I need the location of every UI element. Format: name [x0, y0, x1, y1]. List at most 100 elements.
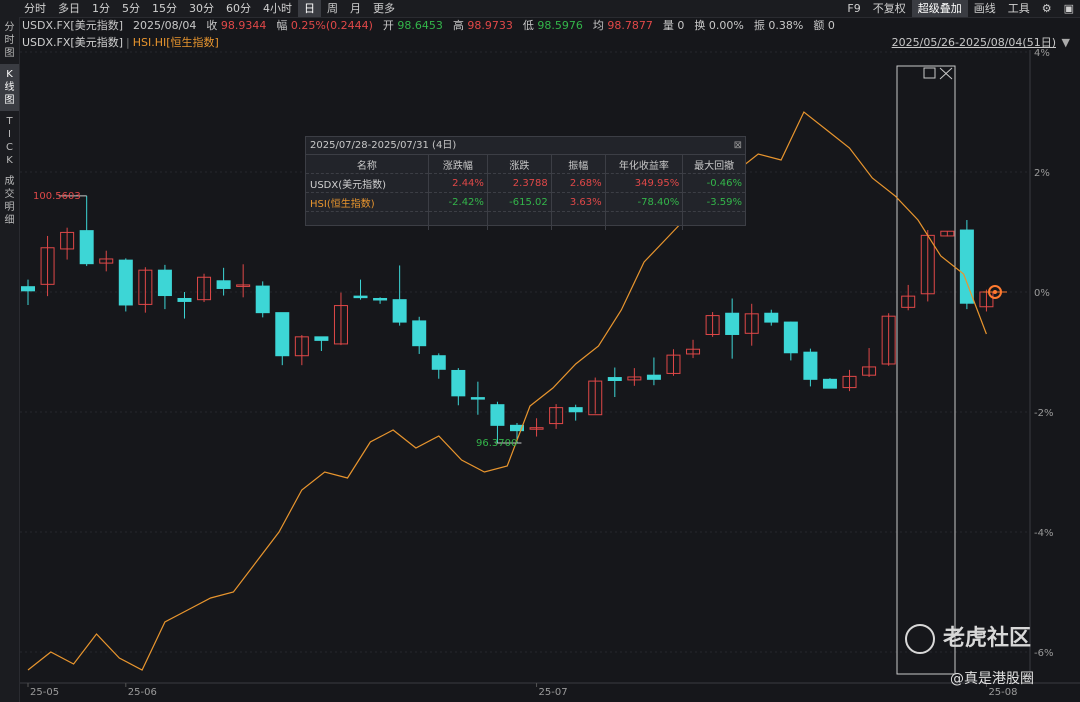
tiger-logo-icon	[905, 624, 935, 654]
period-tab-6[interactable]: 60分	[220, 0, 257, 17]
stats-header-3: 振幅	[550, 154, 606, 174]
stats-cell: -78.40%	[604, 192, 683, 212]
quote-low: 低 98.5976	[522, 19, 583, 32]
candle-body	[959, 229, 974, 304]
candle-body	[255, 285, 270, 314]
candle-body	[314, 336, 329, 341]
maximize-icon	[923, 67, 936, 79]
quote-volume: 量 0	[662, 19, 685, 32]
candle-body	[216, 280, 231, 289]
candle-body	[431, 355, 446, 370]
stats-cell: -3.59%	[682, 192, 745, 212]
y-tick-label: -2%	[1034, 408, 1053, 419]
nav-item-0[interactable]: 分时图	[0, 17, 19, 64]
stats-cell: 2.44%	[427, 173, 488, 193]
stats-cell: 3.63%	[550, 192, 606, 212]
watermark-logo: 老虎社区	[905, 620, 1031, 654]
candle-body	[764, 312, 779, 323]
quote-bar: USDX.FX[美元指数] 2025/08/04 收 98.9344 幅 0.2…	[22, 17, 1080, 33]
stats-cell: -0.46%	[682, 173, 745, 193]
candle-body	[822, 378, 837, 389]
quote-symbol: USDX.FX[美元指数]	[22, 19, 123, 32]
tool-button-4[interactable]: 工具	[1002, 0, 1036, 17]
period-tab-10[interactable]: 月	[344, 0, 367, 17]
stats-cell: 2.3788	[486, 173, 552, 193]
candle-body	[79, 230, 94, 265]
tool-button-2[interactable]: 超级叠加	[911, 0, 968, 17]
range-dropdown-icon[interactable]: ▼	[1062, 36, 1070, 49]
candle-body	[490, 404, 505, 426]
period-tab-8[interactable]: 日	[298, 0, 321, 17]
quote-date: 2025/08/04	[132, 18, 197, 32]
x-tick-label: 25-05	[30, 687, 59, 698]
nav-item-1[interactable]: K线图	[0, 64, 19, 111]
candle-body	[21, 286, 35, 292]
y-tick-label: -6%	[1034, 648, 1053, 659]
right-tools: F9 不复权 超级叠加 画线 工具 ⚙ ▣	[841, 0, 1080, 17]
stats-cell: HSI(恒生指数)	[306, 192, 429, 212]
period-tab-1[interactable]: 多日	[52, 0, 86, 17]
chart-canvas[interactable]: 4%2%0%-2%-4%-6%25-05 25-06 25-07 25-08100.5…	[0, 0, 1080, 702]
tool-button-1[interactable]: 不复权	[867, 0, 912, 17]
low-label: 96.3700	[476, 438, 517, 449]
candle-body	[177, 297, 192, 302]
interval-stats-popup: 2025/07/28-2025/07/31 (4日) ⊠ 名称 涨跌幅 涨跌 振幅 年化…	[305, 136, 746, 230]
candle-body	[783, 321, 798, 354]
popup-title: 2025/07/28-2025/07/31 (4日) ⊠	[306, 137, 745, 154]
candle-body	[646, 374, 661, 380]
candle-body	[373, 297, 388, 301]
candle-body	[803, 351, 818, 380]
stats-row: HSI(恒生指数) -2.42% -615.02 3.63% -78.40% -3.59%	[306, 192, 745, 212]
x-tick-label: 25-08	[988, 687, 1017, 698]
candle-body	[725, 312, 740, 335]
quote-change: 幅 0.25%(0.2444)	[276, 19, 373, 32]
candle-body	[607, 377, 622, 381]
candle-body	[412, 320, 427, 347]
period-tabs: 分时 多日 1分 5分 15分 30分 60分 4小时日周月更多	[18, 0, 401, 17]
period-tab-4[interactable]: 15分	[146, 0, 183, 17]
quote-avg: 均 98.7877	[592, 19, 653, 32]
stats-header-1: 涨跌幅	[427, 154, 488, 174]
x-tick-label: 25-07	[539, 687, 568, 698]
selection-box	[896, 65, 956, 675]
quote-amplitude: 振 0.38%	[753, 19, 804, 32]
watermark-author: @真是港股圈	[950, 671, 1034, 687]
stats-cell: USDX(美元指数)	[306, 173, 429, 193]
candle-body	[157, 269, 172, 297]
high-label: 100.5603	[33, 191, 81, 202]
tool-button-3[interactable]: 画线	[968, 0, 1002, 17]
period-tab-9[interactable]: 周	[321, 0, 344, 17]
period-tab-3[interactable]: 5分	[116, 0, 146, 17]
stats-header-5: 最大回撤	[682, 154, 745, 174]
candle-body	[451, 369, 466, 397]
candle-body	[353, 295, 368, 299]
stats-cell: 349.95%	[604, 173, 683, 193]
tool-button-0[interactable]: F9	[841, 0, 866, 17]
candle-body	[568, 407, 583, 413]
stats-header-4: 年化收益率	[604, 154, 683, 174]
legend-hsi[interactable]: HSI.HI[恒生指数]	[133, 34, 219, 50]
period-tab-11[interactable]: 更多	[367, 0, 401, 17]
period-tab-5[interactable]: 30分	[183, 0, 220, 17]
y-tick-label: 0%	[1034, 288, 1050, 299]
legend-separator: |	[125, 35, 130, 49]
settings-gear-icon[interactable]: ⚙	[1036, 0, 1058, 17]
period-tab-7[interactable]: 4小时	[257, 0, 298, 17]
period-tab-2[interactable]: 1分	[86, 0, 116, 17]
quote-high: 高 98.9733	[452, 19, 513, 32]
nav-item-3[interactable]: 成交明细	[0, 171, 19, 231]
date-range[interactable]: 2025/05/26-2025/08/04(51日)	[892, 34, 1056, 50]
quote-open: 开 98.6453	[382, 19, 443, 32]
legend-usdx[interactable]: USDX.FX[美元指数]	[22, 34, 123, 50]
close-icon[interactable]: ⊠	[734, 137, 742, 154]
window-icon[interactable]: ▣	[1058, 0, 1080, 17]
stats-row: USDX(美元指数) 2.44% 2.3788 2.68% 349.95% -0.46%	[306, 173, 745, 193]
candle-body	[470, 397, 485, 400]
period-tab-0[interactable]: 分时	[18, 0, 52, 17]
nav-item-2[interactable]: TICK	[0, 111, 19, 171]
stats-cell: -2.42%	[427, 192, 488, 212]
y-tick-label: 2%	[1034, 168, 1050, 179]
left-nav: 分时图K线图TICK成交明细	[0, 17, 20, 702]
candle-body	[275, 312, 290, 357]
y-tick-label: -4%	[1034, 528, 1053, 539]
